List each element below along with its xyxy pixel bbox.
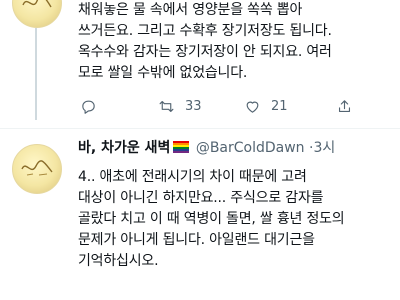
tweet-text: 4.. 애초에 전래시기의 차이 때문에 고려 대상이 아니긴 하지만요... … — [78, 167, 378, 272]
share-icon — [338, 99, 351, 112]
avatar-drawing — [21, 160, 53, 176]
like-count: 21 — [271, 98, 288, 114]
tweet-header: 바, 차가운 새벽 @BarColdDawn ·3시 — [78, 138, 335, 159]
avatar[interactable] — [12, 0, 62, 28]
tweet-text-line: 채워놓은 물 속에서 영양분을 쏙쏙 뽑아 — [78, 2, 303, 18]
tweet-time[interactable]: 3시 — [313, 140, 335, 156]
heart-icon — [246, 101, 259, 113]
retweet-count: 33 — [185, 98, 202, 114]
share-button[interactable] — [336, 96, 353, 116]
reply-icon — [82, 100, 95, 114]
tweet-text-line: 기억하십시오. — [78, 253, 159, 269]
rainbow-flag-icon — [173, 141, 190, 153]
tweet-text-line: 옥수수와 감자는 장기저장이 안 되지요. 여러 — [78, 44, 332, 60]
tweet-text-line: 대상이 아니긴 하지만요... 주식으로 감자를 — [78, 190, 324, 206]
thread-line — [35, 28, 37, 120]
tweet[interactable]: 채워놓은 물 속에서 영양분을 쏙쏙 뽑아 쓰거든요. 그리고 수확후 장기저장… — [0, 0, 400, 120]
retweet-icon — [159, 100, 174, 112]
author-handle[interactable]: @BarColdDawn — [196, 140, 305, 156]
author-name[interactable]: 바, 차가운 새벽 — [78, 140, 170, 156]
tweet-text: 채워놓은 물 속에서 영양분을 쏙쏙 뽑아 쓰거든요. 그리고 수확후 장기저장… — [78, 0, 378, 84]
avatar-drawing — [22, 0, 52, 8]
tweet-text-line: 문제가 아니게 됩니다. 아일랜드 대기근을 — [78, 232, 315, 248]
like-button[interactable]: 21 — [244, 96, 288, 116]
tweet[interactable]: 바, 차가운 새벽 @BarColdDawn ·3시 4.. 애초에 전래시기의… — [0, 136, 400, 300]
avatar[interactable] — [12, 144, 62, 194]
tweet-divider — [0, 128, 400, 129]
reply-button[interactable] — [80, 96, 107, 116]
tweet-text-line: 4.. 애초에 전래시기의 차이 때문에 고려 — [78, 169, 307, 185]
retweet-button[interactable]: 33 — [158, 96, 202, 116]
tweet-text-line: 골랐다 치고 이 때 역병이 돌면, 쌀 흉년 정도의 — [78, 211, 345, 227]
tweet-actions: 33 21 — [78, 96, 378, 116]
tweet-text-line: 쓰거든요. 그리고 수확후 장기저장도 됩니다. — [78, 23, 332, 39]
tweet-text-line: 모로 쌀일 수밖에 없었습니다. — [78, 65, 248, 81]
